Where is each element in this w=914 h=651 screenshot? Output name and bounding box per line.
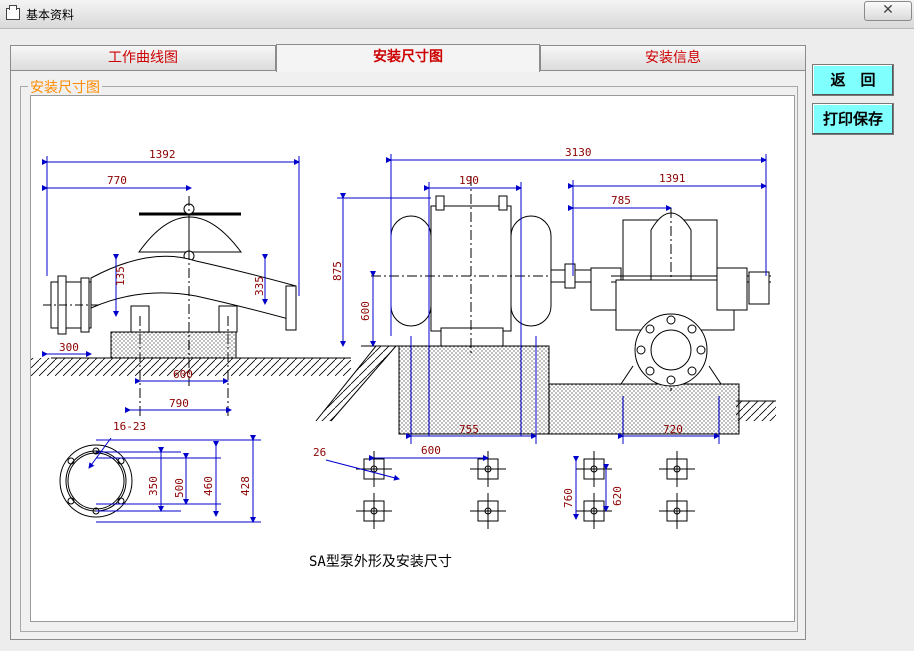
dim-350: 350 [147,476,160,496]
dim-3130: 3130 [565,146,592,159]
dim-500: 500 [173,478,186,498]
drawing-caption: SA型泵外形及安装尺寸 [309,554,452,570]
left-pump-view [31,196,351,416]
window-icon [6,5,20,20]
back-button[interactable]: 返 回 [812,64,894,96]
right-pump-view [315,176,776,435]
dim-26: 26 [313,446,326,459]
bolt-group-left [356,451,506,529]
dim-190: 190 [459,174,479,187]
flange-holes-label: 16-23 [113,420,146,433]
dim-600-height: 600 [359,301,372,321]
installation-drawing: 1392 770 300 600 790 3130 190 1391 785 7… [30,95,795,622]
dim-1391: 1391 [659,172,686,185]
dim-785: 785 [611,194,631,207]
tab-installation-drawing[interactable]: 安装尺寸图 [276,44,540,72]
dimension-labels: 1392 770 300 600 790 3130 190 1391 785 7… [59,146,686,508]
dim-790: 790 [169,397,189,410]
dim-600-left: 600 [173,368,193,381]
print-save-button[interactable]: 打印保存 [812,103,894,135]
tab-performance-curve[interactable]: 工作曲线图 [10,45,276,70]
close-button[interactable]: ✕ [864,1,912,21]
tab-installation-info[interactable]: 安装信息 [540,45,806,70]
dim-760: 760 [562,488,575,508]
group-label: 安装尺寸图 [28,77,102,97]
dim-620: 620 [611,486,624,506]
flange-detail [59,444,133,518]
dim-335: 335 [253,276,266,296]
dim-720: 720 [663,423,683,436]
dim-1392: 1392 [149,148,176,161]
window-title: 基本资料 [26,8,75,22]
dim-875: 875 [331,261,344,281]
dim-428: 428 [239,476,252,496]
title-bar: 基本资料 ✕ [0,0,914,29]
drawing-svg: 1392 770 300 600 790 3130 190 1391 785 7… [31,146,776,570]
dim-600-bolts: 600 [421,444,441,457]
dim-460: 460 [202,476,215,496]
bolt-layout [356,451,695,529]
dim-755: 755 [459,423,479,436]
dim-300: 300 [59,341,79,354]
tab-strip: 工作曲线图 安装尺寸图 安装信息 [10,44,806,72]
dim-135: 135 [114,266,127,286]
dim-770: 770 [107,174,127,187]
bolt-group-right [576,451,695,529]
